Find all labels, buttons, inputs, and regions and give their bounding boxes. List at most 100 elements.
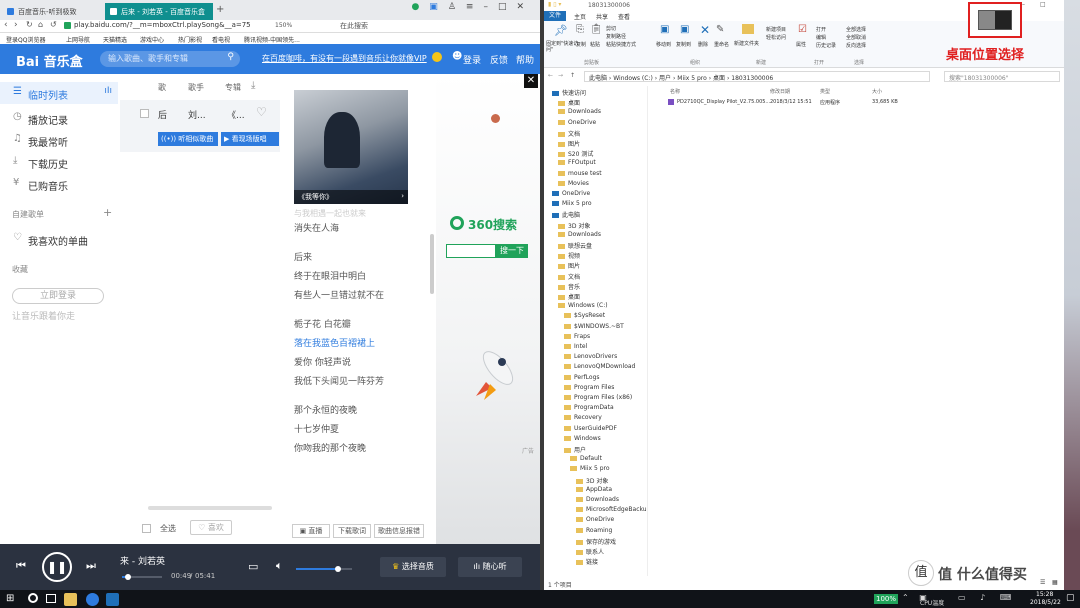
nav-tree-item[interactable]: Program Files [544,384,614,394]
nav-tree-item[interactable]: 3D 对象 [544,476,608,486]
ime-indicator[interactable]: CPU温度 [920,598,944,607]
lyric-report-button[interactable]: 歌曲信息报错 [374,524,424,538]
history-label[interactable]: 历史记录 [816,42,836,49]
notification-icon[interactable]: ▢ [1066,593,1075,603]
sidebar-item-favorites[interactable]: ♡ 我喜欢的单曲 [0,231,118,251]
nav-tree-item[interactable]: 用户 [544,445,586,455]
row-like-icon[interactable]: ♡ [256,105,267,119]
vip-icon[interactable] [432,52,442,62]
start-icon[interactable]: ⊞ [6,593,14,604]
ribbon-tab-file[interactable]: 文件 [544,11,566,21]
new-tab-icon[interactable]: + [216,4,224,15]
help-link[interactable]: 帮助 [516,53,534,66]
nav-tree-item[interactable]: S20 测试 [544,149,593,159]
copy-path-label[interactable]: 复制路径 [606,33,626,40]
feedback-link[interactable]: 反馈 [490,53,508,66]
nav-tree-item[interactable]: LenovoQMDownload [544,363,635,373]
nav-tree-item[interactable]: 3D 对象 [544,221,590,231]
nav-tree-item[interactable]: AppData [544,486,612,496]
open-label[interactable]: 打开 [816,26,826,33]
promo-link[interactable]: 在百度咖啡，有没有一段遇到音乐让你就像VIP [262,53,427,64]
sidebar-item-history[interactable]: ◷ 播放记录 [0,107,118,129]
new-item-label[interactable]: 新建项目 [766,26,786,33]
nav-tree-item[interactable]: UserGuidePDF [544,425,617,435]
nav-tree-item[interactable]: Miix 5 pro [544,465,610,475]
nav-tree-item[interactable]: 此电脑 [544,210,580,220]
nav-tree-item[interactable]: Miix 5 pro [544,200,592,210]
explorer-maximize-icon[interactable]: □ [1040,1,1046,8]
col-name[interactable]: 名称 [670,88,680,95]
nav-tree-item[interactable]: 音乐 [544,282,580,292]
crumb[interactable]: 18031300006 [731,75,773,82]
nav-tree-item[interactable]: Fraps [544,333,590,343]
nav-forward-icon[interactable]: → [558,72,563,79]
nav-back-icon[interactable]: ← [548,72,553,79]
volume-knob[interactable] [335,566,341,572]
quick-access-toolbar-icon[interactable]: ▮ ▯ ▾ [548,1,561,8]
progress-track[interactable] [122,574,162,580]
bookmark-item[interactable]: 上网导航 [66,35,90,44]
like-button[interactable]: ♡ 喜欢 [190,520,232,535]
lyrics-scrollbar[interactable] [430,234,434,294]
tray-icons-2[interactable]: ▭ ♪ ⌨ [958,593,1017,602]
quality-button[interactable]: ♛ 选择音质 [380,557,446,577]
nav-tree-item[interactable]: FFOutput [544,159,596,169]
progress-knob[interactable] [124,574,131,580]
crumb[interactable]: 用户 [659,75,671,82]
url-field[interactable]: play.baidu.com/?__m=mboxCtrl.playSong&__… [64,21,274,32]
nav-tree-item[interactable]: OneDrive [544,190,590,200]
search-icon[interactable]: ⚲ [227,52,234,62]
ad-search-button[interactable]: 搜一下 [496,244,528,258]
nav-tree-item[interactable]: Downloads [544,231,601,241]
ribbon-tab-view[interactable]: 查看 [618,12,630,21]
bookmark-item[interactable]: 游戏中心 [140,35,164,44]
nav-tree-item[interactable]: ProgramData [544,404,614,414]
next-icon[interactable]: ⏭ [86,559,96,573]
clock-date[interactable]: 2018/5/22 [1030,599,1061,606]
tab-inactive[interactable]: 百度音乐-听到极致 [2,3,100,20]
rename-icon[interactable]: ✎ [716,24,724,35]
paste-shortcut-label[interactable]: 粘贴快捷方式 [606,41,636,48]
nav-tree-item[interactable]: 桌面 [544,98,580,108]
nav-tree-item[interactable]: 图片 [544,139,580,149]
nav-tree-item[interactable]: 保存的游戏 [544,537,616,547]
cortana-icon[interactable] [28,593,38,603]
select-none-label[interactable]: 全部取消 [846,34,866,41]
file-explorer-task-icon[interactable] [64,593,77,606]
nav-tree-item[interactable]: Default [544,455,602,465]
ribbon-tab-home[interactable]: 主页 [574,12,586,21]
row-checkbox[interactable] [140,109,149,118]
sidebar-login-button[interactable]: 立即登录 [12,288,104,304]
nav-tree-item[interactable]: LenovoDrivers [544,353,617,363]
nav-tree-item[interactable]: PerfLogs [544,374,600,384]
ribbon-tab-share[interactable]: 共享 [596,12,608,21]
screen-icon[interactable]: ▭ [248,560,258,573]
nav-tree-item[interactable]: Downloads [544,108,601,118]
easy-access-label[interactable]: 轻松访问 [766,34,786,41]
col-size[interactable]: 大小 [872,88,882,95]
col-type[interactable]: 类型 [820,88,830,95]
album-arrow-icon[interactable]: › [401,192,404,200]
play-pause-button[interactable]: ❚❚ [42,552,72,582]
baidu-logo[interactable]: Bai 音乐盒 [16,51,83,70]
close-icon[interactable]: ✕ [516,2,534,12]
zoom-level[interactable]: 150% [275,22,292,29]
nav-tree-item[interactable]: Intel [544,343,587,353]
nav-up-icon[interactable]: ↑ [570,72,575,79]
breadcrumb[interactable]: 此电脑 › Windows (C:) › 用户 › Miix 5 pro › 桌… [584,71,930,82]
listen-similar-button[interactable]: ((•)) 听相似歌曲 [158,132,218,146]
nav-tree-item[interactable]: 图片 [544,261,580,271]
home-icon[interactable]: ⌂ [38,20,43,29]
list-download-icon[interactable]: ⤓ [251,80,255,91]
nav-tree-item[interactable]: Recovery [544,414,602,424]
bookmark-item[interactable]: 天猫精选 [103,35,127,44]
nav-tree-item[interactable]: Windows (C:) [544,302,608,312]
nav-tree-item[interactable]: OneDrive [544,516,614,526]
nav-tree-item[interactable]: 联系人 [544,547,604,557]
nav-tree-item[interactable]: 文档 [544,129,580,139]
select-all-checkbox[interactable] [142,524,151,533]
back-icon[interactable]: ‹ [4,20,8,30]
nav-tree-item[interactable]: Downloads [544,496,619,506]
invert-selection-label[interactable]: 反向选择 [846,42,866,49]
shirt-icon[interactable]: ♙ [448,2,466,12]
